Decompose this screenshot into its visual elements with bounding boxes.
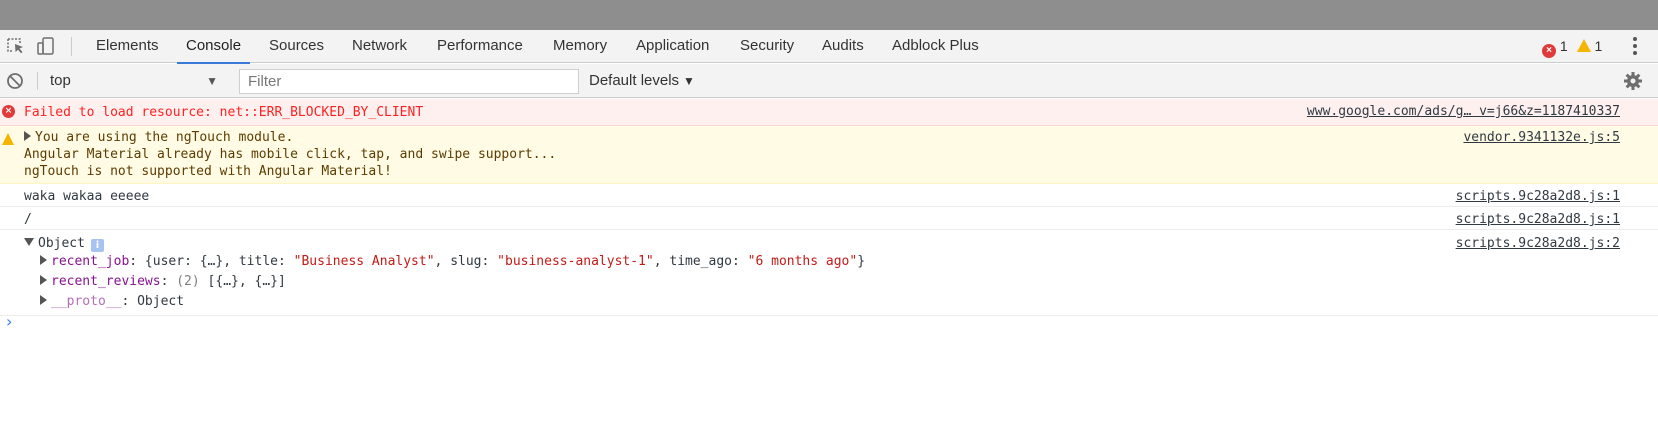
tab-network[interactable]: Network — [351, 30, 408, 63]
object-property-recent-job[interactable]: recent_job: {user: {…}, title: "Business… — [24, 252, 1658, 272]
log-levels-label: Default levels — [589, 72, 680, 89]
console-prompt[interactable]: › — [6, 312, 12, 331]
inspect-element-icon[interactable] — [6, 36, 26, 56]
tab-elements[interactable]: Elements — [95, 30, 160, 63]
console-error-row: × Failed to load resource: net::ERR_BLOC… — [0, 99, 1658, 126]
property-string: "6 months ago" — [747, 254, 858, 269]
window-title-strip — [0, 0, 1658, 30]
dropdown-arrow-icon: ▼ — [206, 74, 218, 88]
filterbar-divider — [37, 72, 38, 90]
property-key: recent_job — [51, 254, 130, 269]
tab-security[interactable]: Security — [739, 30, 795, 63]
source-link[interactable]: scripts.9c28a2d8.js:1 — [1456, 188, 1620, 205]
source-link[interactable]: scripts.9c28a2d8.js:2 — [1456, 235, 1620, 252]
object-header[interactable]: Object i — [24, 235, 1658, 252]
object-label: Object — [38, 236, 85, 251]
object-property-recent-reviews[interactable]: recent_reviews: (2) [{…}, {…}] — [24, 272, 1658, 292]
array-count: (2) — [176, 274, 200, 289]
tab-console[interactable]: Console — [176, 30, 251, 64]
property-key: recent_reviews — [51, 274, 161, 289]
tab-sources[interactable]: Sources — [268, 30, 325, 63]
error-icon: × — [1542, 44, 1556, 58]
dropdown-arrow-icon: ▼ — [683, 74, 695, 88]
object-property-proto[interactable]: __proto__: Object — [24, 292, 1658, 312]
expand-arrow-icon — [40, 275, 47, 285]
error-warning-counter[interactable]: × 1 1 — [1542, 30, 1602, 63]
warning-line-3: ngTouch is not supported with Angular Ma… — [24, 164, 392, 179]
log-message: / — [24, 212, 32, 227]
property-text: } — [857, 254, 866, 269]
log-levels-dropdown[interactable]: Default levels ▼ — [589, 64, 695, 98]
source-link[interactable]: scripts.9c28a2d8.js:1 — [1456, 211, 1620, 228]
property-string: "Business Analyst" — [293, 254, 435, 269]
property-string: "business-analyst-1" — [497, 254, 654, 269]
tab-application[interactable]: Application — [635, 30, 710, 63]
property-text: Object — [137, 294, 185, 309]
context-value: top — [50, 72, 71, 89]
log-message: waka wakaa eeeee — [24, 189, 150, 204]
filter-input[interactable] — [239, 69, 579, 94]
warning-icon — [2, 133, 14, 145]
expand-arrow-icon — [40, 255, 47, 265]
source-link[interactable]: vendor.9341132e.js:5 — [1463, 129, 1620, 146]
toolbar-divider — [71, 37, 72, 56]
warning-line-2: Angular Material already has mobile clic… — [24, 147, 557, 162]
devtools-tabbar: Elements Console Sources Network Perform… — [0, 30, 1658, 64]
tab-performance[interactable]: Performance — [436, 30, 524, 63]
tab-memory[interactable]: Memory — [552, 30, 608, 63]
console-warning-row: You are using the ngTouch module. Angula… — [0, 126, 1658, 184]
property-key: __proto__ — [51, 294, 122, 309]
expand-arrow-icon — [40, 295, 47, 305]
console-object-row: Object i recent_job: {user: {…}, title: "… — [0, 230, 1658, 316]
property-text: , slug: — [434, 254, 498, 269]
property-text: , time_ago: — [653, 254, 748, 269]
tab-adblock-plus[interactable]: Adblock Plus — [891, 30, 980, 63]
error-count: 1 — [1559, 38, 1568, 54]
device-toolbar-icon[interactable] — [36, 36, 56, 56]
gear-icon[interactable] — [1623, 71, 1643, 91]
warning-text: You are using the ngTouch module. — [35, 130, 294, 145]
kebab-menu-icon[interactable] — [1632, 37, 1638, 57]
warning-line-1[interactable]: You are using the ngTouch module. — [24, 129, 1658, 146]
error-message: Failed to load resource: net::ERR_BLOCKE… — [24, 105, 424, 120]
info-icon: i — [90, 239, 104, 252]
source-link[interactable]: www.google.com/ads/g… v=j66&z=1187410337 — [1307, 103, 1620, 120]
clear-console-icon[interactable] — [6, 72, 24, 93]
property-text: [{…}, {…}] — [207, 274, 286, 289]
console-filterbar: top ▼ Default levels▼ — [0, 64, 1658, 98]
collapse-arrow-icon — [24, 238, 34, 246]
context-selector[interactable]: top ▼ — [44, 68, 222, 94]
console-log-row: waka wakaa eeeee scripts.9c28a2d8.js:1 — [0, 184, 1658, 207]
warning-count: 1 — [1594, 38, 1603, 54]
property-text: : {user: {…}, title: — [129, 254, 294, 269]
console-log-row: / scripts.9c28a2d8.js:1 — [0, 207, 1658, 230]
warning-icon — [1576, 39, 1591, 52]
console-messages: × Failed to load resource: net::ERR_BLOC… — [0, 99, 1658, 316]
expand-arrow-icon — [24, 131, 31, 141]
error-icon: × — [2, 105, 15, 118]
tab-audits[interactable]: Audits — [821, 30, 865, 63]
